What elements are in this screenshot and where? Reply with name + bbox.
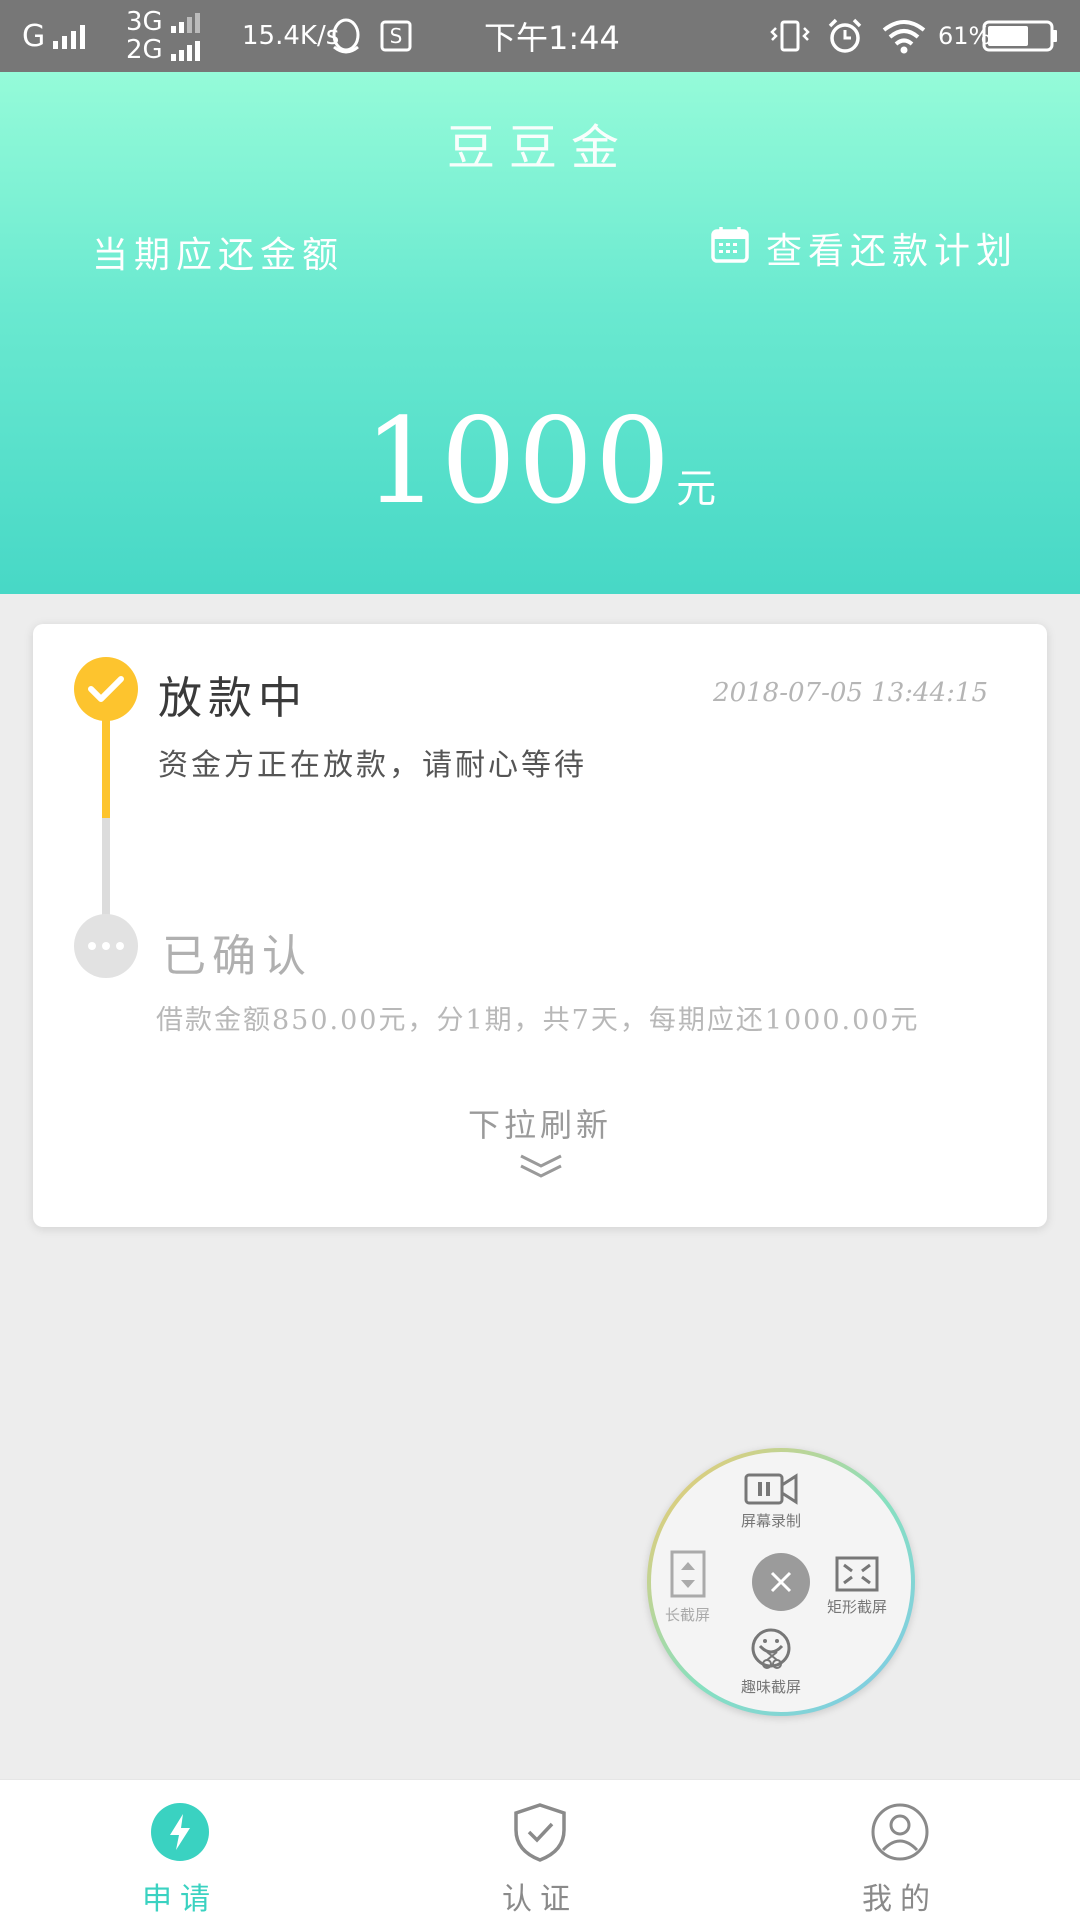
- network-2g-label: 2G: [126, 35, 163, 65]
- smiley-scissors-icon: [749, 1628, 793, 1676]
- step-description-confirmed: 借款金额850.00元，分1期，共7天，每期应还1000.00元: [156, 1005, 920, 1036]
- calendar-icon: [710, 224, 750, 273]
- rect-screenshot-button[interactable]: 矩形截屏: [827, 1556, 887, 1617]
- app-title: 豆豆金: [446, 120, 633, 176]
- svg-text:S: S: [390, 24, 403, 48]
- screen-record-label: 屏幕录制: [741, 1512, 802, 1530]
- lightning-icon: [150, 1802, 210, 1862]
- fun-screenshot-label: 趣味截屏: [741, 1678, 802, 1696]
- carrier-label: G: [22, 18, 46, 54]
- timeline-line-done: [102, 712, 110, 818]
- step-title-confirmed: 已确认: [162, 931, 312, 982]
- view-repayment-plan-link[interactable]: 查看还款计划: [710, 222, 1018, 274]
- tab-verify-label: 认证: [502, 1882, 578, 1917]
- cell-signal-secondary: 3G 2G: [112, 0, 200, 72]
- cell-signal-primary: G: [22, 0, 86, 72]
- tab-apply-label: 申请: [142, 1882, 218, 1917]
- signal-bars-icon: [53, 23, 86, 49]
- due-amount-unit: 元: [676, 466, 717, 512]
- clock-time: 下午1:44: [484, 19, 620, 57]
- step-description-disbursing: 资金方正在放款，请耐心等待: [158, 748, 587, 783]
- shield-check-icon: [510, 1802, 570, 1862]
- due-amount: 1000 元: [0, 392, 1080, 530]
- timeline-line-pending: [102, 818, 110, 928]
- tab-profile[interactable]: 我的: [720, 1780, 1080, 1920]
- signal-bars-icon: [170, 11, 200, 33]
- tab-apply[interactable]: 申请: [0, 1780, 360, 1920]
- long-screenshot-icon: [668, 1550, 708, 1604]
- wifi-icon: [882, 0, 926, 72]
- screen-record-button[interactable]: 屏幕录制: [741, 1472, 801, 1531]
- step-pending-more-icon: [74, 914, 138, 978]
- long-screenshot-button[interactable]: 长截屏: [665, 1550, 710, 1625]
- battery-icon: [982, 0, 1058, 72]
- network-3g-label: 3G: [126, 7, 163, 37]
- step-done-check-icon: [74, 657, 138, 721]
- due-amount-value: 1000: [363, 392, 673, 530]
- long-screenshot-label: 长截屏: [665, 1606, 711, 1624]
- header-banner: 豆豆金 当期应还金额 查看还款计划 1000 元: [0, 72, 1080, 594]
- double-chevron-down-icon: [519, 1152, 563, 1186]
- tab-verify[interactable]: 认证: [360, 1780, 720, 1920]
- qq-icon: [328, 0, 364, 72]
- close-icon: [770, 1571, 792, 1593]
- signal-bars-icon: [170, 39, 200, 61]
- status-bar: G 3G 2G 15.4K/s S 下午1:44 61%: [0, 0, 1080, 72]
- step-title-disbursing: 放款中: [158, 673, 308, 724]
- s-app-icon: S: [380, 0, 412, 72]
- due-amount-label: 当期应还金额: [92, 235, 345, 276]
- screenshot-menu: 屏幕录制 长截屏 矩形截屏 趣味截屏: [647, 1448, 915, 1716]
- step-timestamp: 2018-07-05 13:44:15: [713, 678, 988, 708]
- rect-screenshot-label: 矩形截屏: [827, 1598, 888, 1616]
- video-camera-icon: [744, 1472, 798, 1510]
- bottom-tab-bar: 申请 认证 我的: [0, 1779, 1080, 1920]
- close-menu-button[interactable]: [752, 1553, 810, 1611]
- pull-to-refresh-label[interactable]: 下拉刷新: [0, 1100, 1080, 1146]
- alarm-icon: [826, 0, 864, 72]
- rect-screenshot-icon: [835, 1556, 879, 1596]
- tab-profile-label: 我的: [862, 1882, 938, 1917]
- view-repayment-plan-label: 查看还款计划: [765, 231, 1018, 272]
- vibrate-icon: [770, 0, 810, 72]
- network-speed: 15.4K/s: [242, 21, 340, 51]
- fun-screenshot-button[interactable]: 趣味截屏: [741, 1628, 801, 1697]
- user-icon: [870, 1802, 930, 1862]
